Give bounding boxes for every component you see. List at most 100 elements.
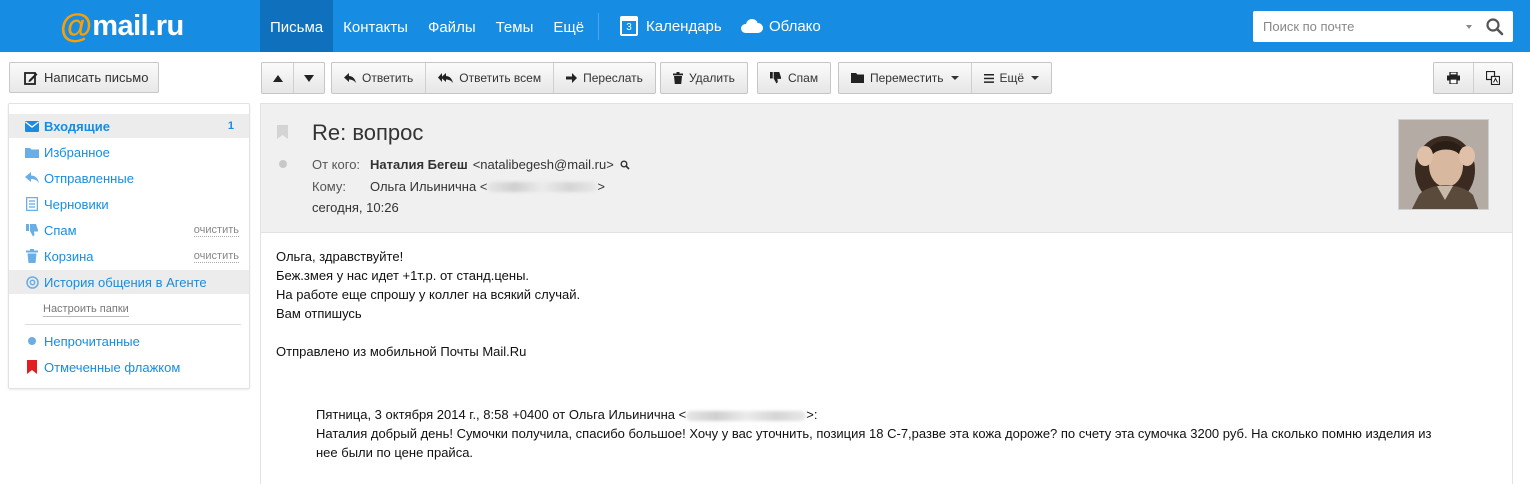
trash-icon [673, 72, 683, 84]
message-subject: Re: вопрос [312, 120, 424, 145]
folder-sent[interactable]: Отправленные [9, 166, 249, 190]
setup-folders-link[interactable]: Настроить папки [43, 303, 129, 317]
search-icon[interactable] [1485, 17, 1505, 37]
nav-more[interactable]: Ещё [543, 0, 594, 52]
search-sender-icon[interactable] [620, 160, 630, 170]
trash-icon [25, 249, 39, 263]
quoted-message: Пятница, 3 октября 2014 г., 8:58 +0400 о… [316, 405, 1456, 462]
chevron-down-icon [950, 76, 959, 80]
quote-text: Наталия добрый день! Сумочки получила, с… [316, 426, 1432, 460]
message-body: Ольга, здравствуйте! Беж.змея у нас идет… [276, 247, 580, 361]
print-icon [1447, 72, 1460, 84]
nav-cloud[interactable]: Облако [741, 0, 821, 52]
nav-files[interactable]: Файлы [418, 0, 486, 52]
forward-label: Переслать [583, 71, 643, 85]
move-button[interactable]: Переместить [839, 63, 971, 93]
to-row: Кому: Ольга Ильинична < > [312, 179, 606, 194]
flag-icon [25, 360, 39, 374]
nav-contacts[interactable]: Контакты [333, 0, 418, 52]
cloud-icon [741, 19, 763, 33]
body-line [276, 323, 580, 342]
next-message-button[interactable] [293, 63, 324, 93]
body-line: На работе еще спрошу у коллег на всякий … [276, 287, 581, 302]
logo-text: mail.ru [92, 10, 184, 42]
search-scope-dropdown[interactable] [1466, 25, 1472, 29]
unread-count: 1 [227, 120, 234, 132]
folder-label: Спам [44, 222, 77, 238]
redacted-email [686, 410, 807, 421]
forward-icon [566, 73, 578, 83]
more-button[interactable]: Ещё [970, 63, 1052, 93]
folder-label: Корзина [44, 248, 94, 264]
sender-avatar[interactable] [1398, 119, 1489, 210]
folder-favorites[interactable]: Избранное [9, 140, 249, 164]
read-status-dot[interactable] [279, 160, 287, 168]
to-label: Кому: [312, 179, 346, 194]
body-line: Вам отпишусь [276, 306, 362, 321]
sender-name[interactable]: Наталия Бегеш [370, 157, 468, 172]
more-label: Ещё [999, 71, 1025, 85]
filter-label: Непрочитанные [44, 333, 140, 349]
flag-icon[interactable] [277, 125, 288, 139]
folder-label: Избранное [44, 144, 110, 160]
filter-unread[interactable]: Непрочитанные [9, 329, 249, 353]
reply-label: Ответить [362, 71, 414, 85]
move-group: Переместить Ещё [838, 62, 1053, 94]
folder-divider [25, 324, 241, 325]
arrow-down-icon [304, 74, 314, 82]
folder-agent-history[interactable]: История общения в Агенте [9, 270, 249, 294]
prev-message-button[interactable] [262, 63, 293, 93]
translate-button[interactable] [1473, 63, 1512, 93]
folder-icon [851, 73, 864, 83]
reply-group: Ответить Ответить всем Переслать [331, 62, 656, 94]
message-view: Re: вопрос От кого: Наталия Бегеш <natal… [260, 103, 1513, 484]
folder-label: Входящие [44, 118, 110, 134]
thumbs-down-icon [25, 223, 39, 237]
folder-drafts[interactable]: Черновики [9, 192, 249, 216]
nav-calendar[interactable]: 3 Календарь [620, 0, 722, 52]
delete-button[interactable]: Удалить [661, 63, 747, 93]
message-date: сегодня, 10:26 [312, 200, 399, 215]
forward-button[interactable]: Переслать [553, 63, 655, 93]
spam-label: Спам [788, 71, 819, 85]
clear-spam-link[interactable]: очистить [193, 224, 239, 237]
nav-themes[interactable]: Темы [486, 0, 544, 52]
compose-icon [24, 71, 38, 85]
quote-header: Пятница, 3 октября 2014 г., 8:58 +0400 о… [316, 407, 818, 422]
logo-at: @ [60, 7, 93, 44]
recipient-name[interactable]: Ольга Ильинична < [370, 179, 487, 194]
search-input[interactable] [1253, 11, 1453, 42]
nav-letters[interactable]: Письма [260, 0, 334, 52]
calendar-label: Календарь [646, 17, 722, 35]
nav-arrows-group [261, 62, 325, 94]
clear-trash-link[interactable]: очистить [193, 250, 239, 263]
body-line: Ольга, здравствуйте! [276, 249, 404, 264]
agent-icon [25, 275, 39, 289]
folder-label: Черновики [44, 196, 109, 212]
unread-dot-icon [25, 334, 39, 348]
reply-all-button[interactable]: Ответить всем [425, 63, 553, 93]
folder-label: Отправленные [44, 170, 134, 186]
folder-inbox[interactable]: Входящие 1 [9, 114, 249, 138]
folder-trash[interactable]: Корзина очистить [9, 244, 249, 268]
message-header: Re: вопрос От кого: Наталия Бегеш <natal… [261, 104, 1512, 233]
reply-icon [25, 171, 39, 185]
calendar-icon: 3 [620, 16, 638, 36]
from-label: От кого: [312, 157, 361, 172]
menu-icon [983, 73, 994, 83]
reply-button[interactable]: Ответить [332, 63, 425, 93]
folder-icon [25, 145, 39, 159]
envelope-icon [25, 119, 39, 133]
search-box [1253, 11, 1513, 42]
folder-list: Входящие 1 Избранное Отправленные Чернов… [8, 103, 250, 389]
filter-flagged[interactable]: Отмеченные флажком [9, 355, 249, 379]
compose-label: Написать письмо [44, 70, 149, 85]
folder-spam[interactable]: Спам очистить [9, 218, 249, 242]
translate-icon [1486, 71, 1500, 85]
sender-email[interactable]: <natalibegesh@mail.ru> [473, 157, 614, 172]
mailru-logo[interactable]: @ mail.ru [60, 8, 184, 44]
compose-button[interactable]: Написать письмо [9, 62, 159, 93]
print-button[interactable] [1434, 63, 1473, 93]
spam-button[interactable]: Спам [758, 63, 830, 93]
date-row: сегодня, 10:26 [312, 200, 399, 215]
